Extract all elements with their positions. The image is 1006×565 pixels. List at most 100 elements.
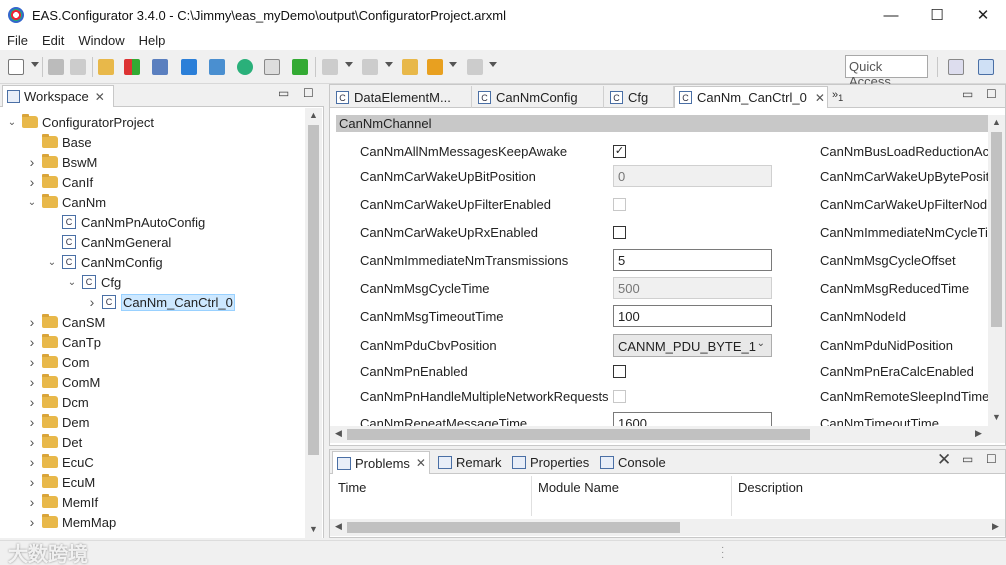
menu-window[interactable]: Window (71, 33, 131, 48)
param-checkbox[interactable] (613, 198, 626, 211)
chevron-down-icon[interactable]: ⌄ (6, 117, 18, 128)
tree-item[interactable]: › BswM (26, 152, 97, 172)
param-select[interactable]: CANNM_PDU_BYTE_1 ⌄ (613, 334, 772, 357)
maximize-panel-icon[interactable]: ☐ (986, 87, 997, 101)
quick-access-input[interactable]: Quick Access (845, 55, 928, 89)
tree-item[interactable]: Base (26, 132, 92, 152)
tree-item[interactable]: ⌄ CanNm (26, 192, 106, 212)
close-button[interactable]: ✕ (960, 0, 1006, 30)
minimize-panel-icon[interactable]: ▭ (278, 86, 289, 100)
forward-icon[interactable] (467, 59, 483, 75)
tree-item[interactable]: ⌄ C Cfg (66, 272, 121, 292)
maximize-panel-icon[interactable]: ☐ (303, 86, 314, 100)
tree-item[interactable]: › EcuC (26, 452, 94, 472)
chevron-down-icon[interactable]: ⌄ (66, 277, 78, 288)
tree-item[interactable]: › Com (26, 352, 89, 372)
back-dropdown-icon[interactable] (449, 62, 457, 67)
maximize-button[interactable]: ☐ (914, 0, 960, 30)
next-annotation-dropdown-icon[interactable] (345, 62, 353, 67)
tab-workspace[interactable]: Workspace ✕ (2, 85, 114, 107)
back-icon[interactable] (427, 59, 443, 75)
chevron-right-icon[interactable]: › (26, 154, 38, 170)
tab-cfg[interactable]: C Cfg (606, 86, 674, 108)
column-description[interactable]: Description (738, 480, 803, 495)
chevron-down-icon[interactable]: ⌄ (757, 338, 765, 349)
tab-cannm-config[interactable]: C CanNmConfig (474, 86, 604, 108)
chevron-right-icon[interactable]: › (26, 494, 38, 510)
minimize-panel-icon[interactable]: ▭ (962, 452, 973, 466)
prev-annotation-icon[interactable] (362, 59, 378, 75)
clear-icon[interactable]: ✕ (937, 450, 951, 470)
minimize-panel-icon[interactable]: ▭ (962, 87, 973, 101)
menu-help[interactable]: Help (132, 33, 173, 48)
tree-item[interactable]: › CanSM (26, 312, 105, 332)
prev-annotation-dropdown-icon[interactable] (385, 62, 393, 67)
open-folder-icon[interactable] (98, 59, 114, 75)
param-checkbox[interactable] (613, 365, 626, 378)
tab-console[interactable]: Console (596, 451, 670, 474)
open-perspective-icon[interactable] (948, 59, 964, 75)
close-icon[interactable]: ✕ (95, 90, 105, 104)
next-annotation-icon[interactable] (322, 59, 338, 75)
param-checkbox[interactable] (613, 226, 626, 239)
import-icon[interactable] (152, 59, 168, 75)
chevron-right-icon[interactable]: › (26, 354, 38, 370)
maximize-panel-icon[interactable]: ☐ (986, 452, 997, 466)
param-input[interactable]: 100 (613, 305, 772, 327)
tab-problems[interactable]: Problems ✕ (332, 451, 430, 474)
editor-hscrollbar[interactable]: ◀ ▶ (330, 426, 1005, 443)
tree-item[interactable]: › C CanNm_CanCtrl_0 (86, 292, 235, 312)
problems-hscrollbar[interactable]: ◀ ▶ (330, 519, 1005, 536)
tab-remark[interactable]: Remark (434, 451, 506, 474)
tab-cannm-canctrl-0[interactable]: C CanNm_CanCtrl_0 ✕ (674, 86, 828, 108)
chevron-right-icon[interactable]: › (26, 374, 38, 390)
param-checkbox[interactable] (613, 390, 626, 403)
save-all-icon[interactable] (70, 59, 86, 75)
export-icon[interactable] (209, 59, 225, 75)
forward-dropdown-icon[interactable] (489, 62, 497, 67)
module-icon[interactable] (124, 59, 140, 75)
refresh-icon[interactable] (237, 59, 253, 75)
status-grip-icon[interactable]: · · · (721, 543, 724, 563)
tab-overflow-button[interactable]: »1 (832, 89, 843, 103)
param-input[interactable]: 500 (613, 277, 772, 299)
tree-item[interactable]: › CanTp (26, 332, 101, 352)
save-icon[interactable] (48, 59, 64, 75)
close-icon[interactable]: ✕ (416, 456, 426, 470)
chevron-right-icon[interactable]: › (26, 454, 38, 470)
chevron-right-icon[interactable]: › (26, 434, 38, 450)
menu-edit[interactable]: Edit (35, 33, 71, 48)
new-icon[interactable] (8, 59, 24, 75)
param-input[interactable]: 0 (613, 165, 772, 187)
tree-item[interactable]: › MemIf (26, 492, 98, 512)
column-time[interactable]: Time (338, 480, 366, 495)
validate-icon[interactable] (264, 59, 280, 75)
tree-item[interactable]: › MemMap (26, 512, 116, 532)
chevron-right-icon[interactable]: › (26, 174, 38, 190)
perspective-icon[interactable] (978, 59, 994, 75)
chevron-right-icon[interactable]: › (26, 314, 38, 330)
tree-item[interactable]: › Dem (26, 412, 89, 432)
param-input[interactable]: 5 (613, 249, 772, 271)
generate-icon[interactable] (292, 59, 308, 75)
new-dropdown-icon[interactable] (31, 62, 39, 67)
tree-item[interactable]: › Dcm (26, 392, 89, 412)
tree-item[interactable]: › EcuM (26, 472, 95, 492)
close-icon[interactable]: ✕ (815, 91, 825, 105)
tree-item[interactable]: ⌄ C CanNmConfig (46, 252, 163, 272)
chevron-right-icon[interactable]: › (86, 294, 98, 310)
column-module-name[interactable]: Module Name (538, 480, 619, 495)
tree-item[interactable]: › Det (26, 432, 82, 452)
chevron-down-icon[interactable]: ⌄ (46, 257, 58, 268)
tree-item[interactable]: ⌄ ConfiguratorProject (6, 112, 154, 132)
tree-item[interactable]: C CanNmPnAutoConfig (46, 212, 205, 232)
workspace-scrollbar[interactable]: ▲ ▼ (305, 108, 322, 538)
param-input[interactable]: 1600 (613, 412, 772, 426)
tab-properties[interactable]: Properties (508, 451, 594, 474)
minimize-button[interactable]: — (868, 0, 914, 30)
menu-file[interactable]: File (0, 33, 35, 48)
chevron-right-icon[interactable]: › (26, 514, 38, 530)
tree-item[interactable]: › CanIf (26, 172, 93, 192)
editor-vscrollbar[interactable]: ▲ ▼ (988, 115, 1005, 426)
chevron-right-icon[interactable]: › (26, 414, 38, 430)
